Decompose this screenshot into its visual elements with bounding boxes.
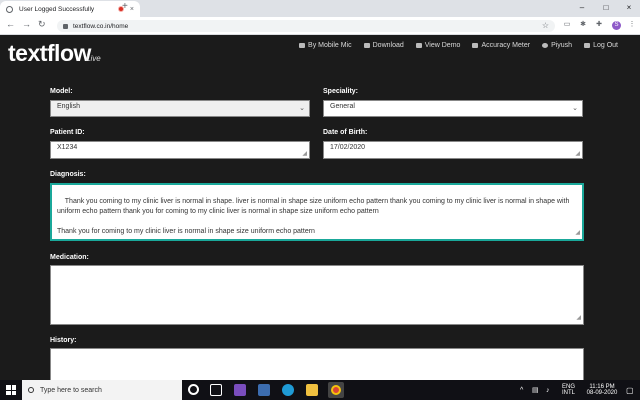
meter-icon bbox=[472, 43, 479, 48]
brand-logo[interactable]: textflow bbox=[8, 40, 91, 67]
patient-id-label: Patient ID: bbox=[50, 129, 85, 136]
chrome-logo bbox=[331, 385, 341, 395]
forward-icon[interactable]: → bbox=[22, 19, 31, 29]
new-tab-button[interactable]: + bbox=[122, 1, 128, 12]
back-icon[interactable]: ← bbox=[6, 19, 15, 29]
search-icon bbox=[28, 387, 34, 393]
puzzle-icon[interactable]: ✚ bbox=[594, 20, 604, 30]
search-placeholder: Type here to search bbox=[40, 386, 102, 394]
globe-icon bbox=[6, 5, 13, 13]
chrome-icon[interactable] bbox=[328, 382, 344, 398]
history-label: History: bbox=[50, 337, 77, 344]
medication-textarea[interactable]: ◢ bbox=[50, 265, 584, 325]
nav-label: By Mobile Mic bbox=[308, 42, 352, 49]
browser-toolbar: ← → ↻ textflow.co.in/home ☆ ▭ ✱ ✚ S ⋮ bbox=[0, 17, 640, 35]
diagnosis-label: Diagnosis: bbox=[50, 171, 86, 178]
cortana-icon[interactable] bbox=[188, 384, 199, 395]
taskbar-search[interactable]: Type here to search bbox=[22, 380, 182, 400]
clock-date: 08-09-2020 bbox=[586, 390, 618, 396]
nav-label: Accuracy Meter bbox=[481, 42, 531, 49]
lang-bottom: INTL bbox=[562, 390, 576, 396]
dob-input[interactable]: 17/02/2020 ◢ bbox=[323, 141, 583, 159]
patient-id-input[interactable]: X1234 ◢ bbox=[50, 141, 310, 159]
minimize-button[interactable]: – bbox=[572, 0, 592, 15]
nav-user[interactable]: Piyush bbox=[542, 42, 572, 49]
extension-icon[interactable]: ✱ bbox=[578, 20, 588, 30]
resize-grip-icon[interactable]: ◢ bbox=[302, 150, 307, 157]
nav-download[interactable]: Download bbox=[363, 42, 404, 49]
visual-studio-icon[interactable] bbox=[234, 384, 246, 396]
edge-icon[interactable] bbox=[282, 384, 294, 396]
windows-start-icon[interactable] bbox=[6, 385, 16, 395]
resize-grip-icon[interactable]: ◢ bbox=[575, 228, 580, 238]
patient-form: Model: English ⌄ Speciality: General ⌄ P… bbox=[0, 74, 640, 380]
bookmark-star-icon[interactable]: ☆ bbox=[542, 20, 549, 32]
history-textarea[interactable] bbox=[50, 348, 584, 380]
nav-label: Log Out bbox=[593, 42, 618, 49]
reload-icon[interactable]: ↻ bbox=[38, 19, 46, 30]
browser-tab[interactable]: User Logged Successfully × bbox=[0, 1, 140, 17]
camera-icon bbox=[299, 43, 306, 48]
model-value: English bbox=[57, 103, 80, 110]
volume-icon[interactable]: ♪ bbox=[546, 380, 550, 400]
resize-grip-icon[interactable]: ◢ bbox=[575, 150, 580, 157]
clock[interactable]: 11:16 PM 08-09-2020 bbox=[582, 380, 622, 400]
medication-label: Medication: bbox=[50, 254, 89, 261]
brand-subtitle: Live bbox=[86, 54, 101, 63]
close-window-button[interactable]: × bbox=[619, 0, 639, 15]
nav-label: Download bbox=[372, 42, 404, 49]
cast-icon[interactable]: ▭ bbox=[562, 20, 572, 30]
dob-label: Date of Birth: bbox=[323, 129, 368, 136]
model-select[interactable]: English ⌄ bbox=[50, 100, 310, 117]
dob-value: 17/02/2020 bbox=[330, 144, 366, 151]
app-header: textflow Live By Mobile Mic Download Vie… bbox=[0, 36, 640, 74]
url-text: textflow.co.in/home bbox=[73, 22, 129, 30]
tray-chevron-icon[interactable]: ^ bbox=[520, 380, 523, 400]
resize-grip-icon[interactable]: ◢ bbox=[576, 313, 581, 323]
video-icon bbox=[415, 43, 422, 48]
network-icon[interactable]: ▤ bbox=[532, 380, 539, 400]
tab-title: User Logged Successfully bbox=[19, 5, 95, 13]
maximize-button[interactable]: □ bbox=[596, 0, 616, 15]
notification-icon[interactable]: ▢ bbox=[626, 380, 634, 400]
top-nav: By Mobile Mic Download View Demo Accurac… bbox=[287, 42, 618, 49]
tab-close-icon[interactable]: × bbox=[130, 6, 134, 13]
diagnosis-value: Thank you coming to my clinic liver is n… bbox=[57, 198, 570, 235]
browser-tab-strip: User Logged Successfully × + – □ × bbox=[0, 0, 640, 17]
patient-id-value: X1234 bbox=[57, 144, 78, 151]
diagnosis-textarea[interactable]: Thank you coming to my clinic liver is n… bbox=[50, 183, 584, 241]
menu-dots-icon[interactable]: ⋮ bbox=[627, 20, 637, 30]
model-label: Model: bbox=[50, 88, 73, 95]
nav-mobile-mic[interactable]: By Mobile Mic bbox=[299, 42, 352, 49]
language-indicator[interactable]: ENG INTL bbox=[562, 380, 575, 400]
chevron-down-icon: ⌄ bbox=[299, 105, 305, 112]
task-view-icon[interactable] bbox=[210, 384, 222, 396]
speciality-value: General bbox=[330, 103, 355, 110]
speciality-select[interactable]: General ⌄ bbox=[323, 100, 583, 117]
lock-icon bbox=[63, 23, 68, 29]
nav-accuracy-meter[interactable]: Accuracy Meter bbox=[472, 42, 530, 49]
chevron-down-icon: ⌄ bbox=[572, 105, 578, 112]
address-bar[interactable]: textflow.co.in/home ☆ bbox=[57, 20, 555, 32]
vscode-icon[interactable] bbox=[258, 384, 270, 396]
nav-logout[interactable]: Log Out bbox=[584, 42, 618, 49]
speciality-label: Speciality: bbox=[323, 88, 359, 95]
nav-label: Piyush bbox=[551, 42, 573, 49]
file-explorer-icon[interactable] bbox=[306, 384, 318, 396]
user-icon bbox=[542, 43, 549, 48]
logout-icon bbox=[584, 43, 591, 48]
profile-avatar[interactable]: S bbox=[612, 21, 621, 30]
nav-view-demo[interactable]: View Demo bbox=[415, 42, 461, 49]
nav-label: View Demo bbox=[424, 42, 461, 49]
windows-taskbar: Type here to search ^ ▤ ♪ ENG INTL 11:16… bbox=[0, 380, 640, 400]
download-icon bbox=[363, 43, 370, 48]
